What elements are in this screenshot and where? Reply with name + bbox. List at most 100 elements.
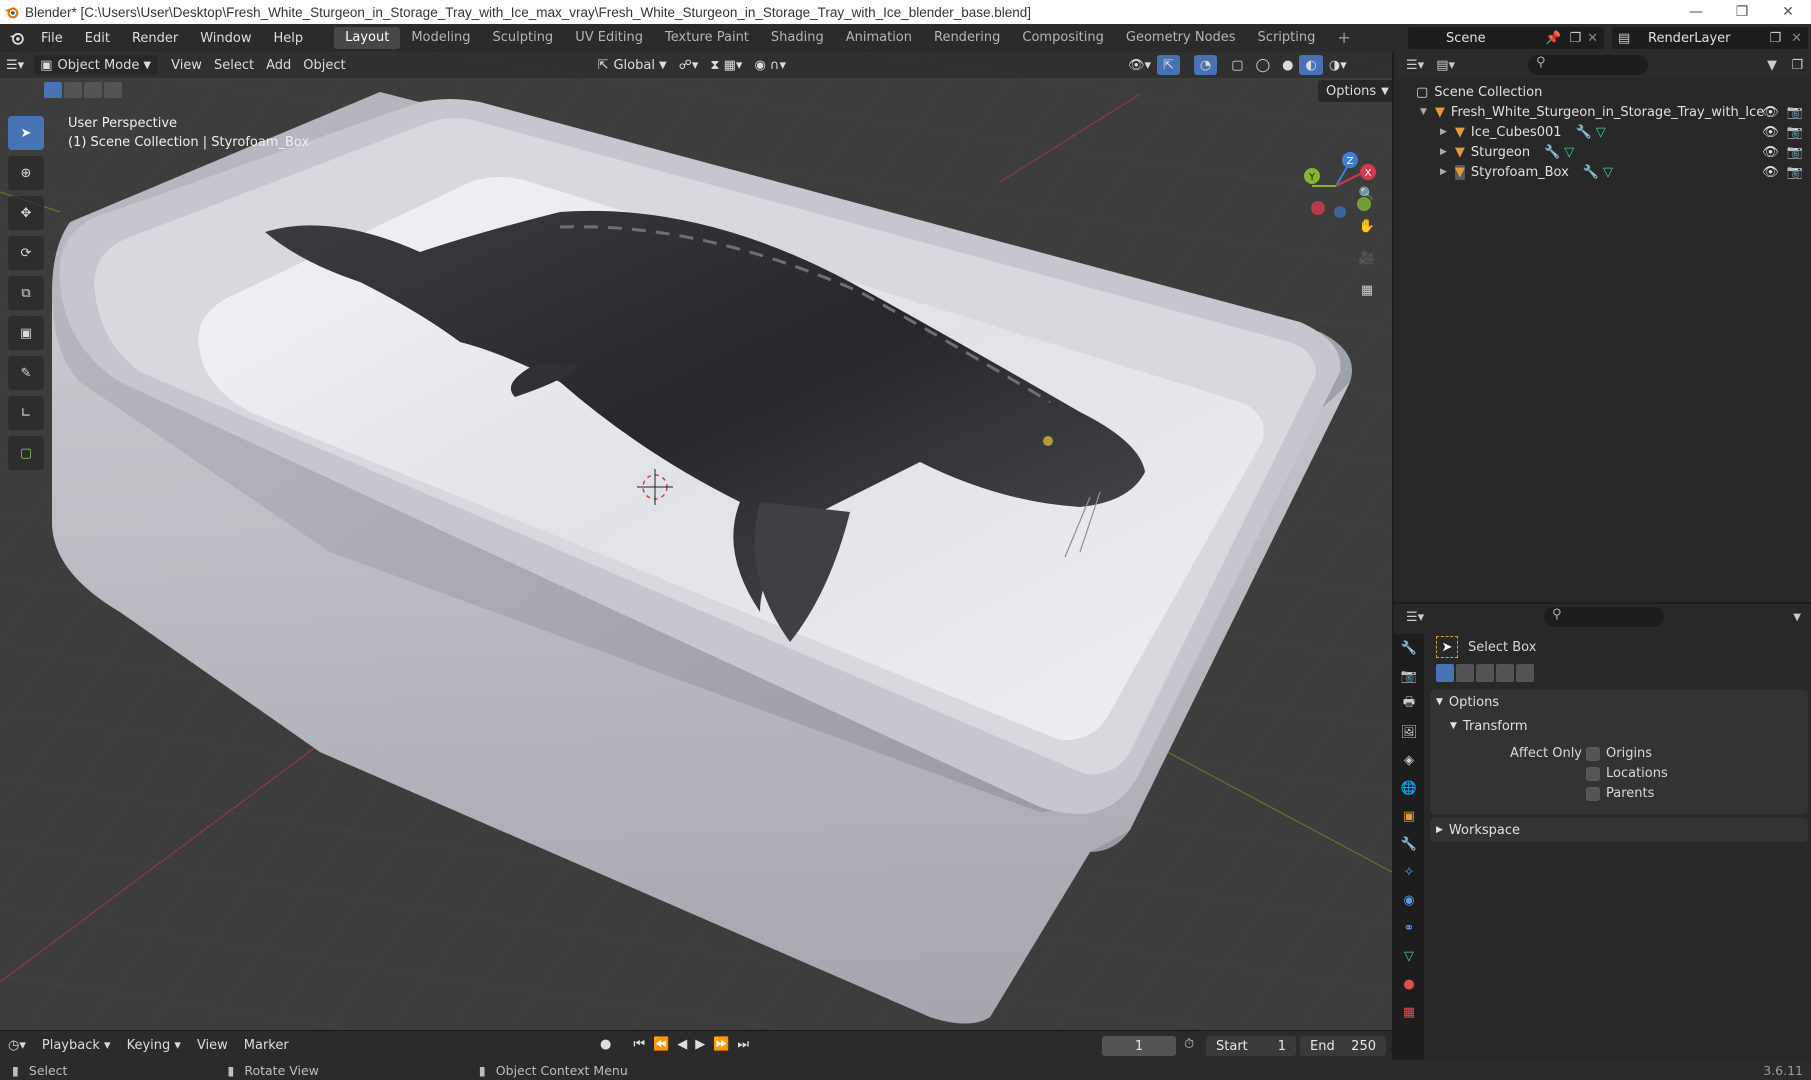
measure-tool[interactable]: ∟ <box>8 396 44 430</box>
properties-search-input[interactable]: ⚲ <box>1544 607 1664 627</box>
cursor-tool[interactable]: ⊕ <box>8 156 44 190</box>
ortho-grid-icon[interactable]: ▦ <box>1353 276 1381 304</box>
menu-render[interactable]: Render <box>121 31 189 46</box>
proportional-edit-icon[interactable]: ◉ ∩▾ <box>748 55 792 75</box>
blender-menu-icon[interactable] <box>8 29 26 47</box>
outliner-editor-icon[interactable]: ☰▾ <box>1406 58 1424 73</box>
tab-sculpting[interactable]: Sculpting <box>481 27 564 49</box>
view-layer-tab-icon[interactable]: 🖼 <box>1394 718 1424 746</box>
physics-tab-icon[interactable]: ◉ <box>1394 886 1424 914</box>
expand-arrow-icon[interactable]: ▶ <box>1440 147 1447 157</box>
restore-icon[interactable]: ❐ <box>1719 0 1765 24</box>
editor-type-icon[interactable]: ☰▾ <box>0 55 30 75</box>
eye-icon[interactable]: 👁 <box>1762 165 1779 180</box>
visibility-icon[interactable]: 👁▾ <box>1122 55 1157 75</box>
current-frame-field[interactable]: 1 <box>1102 1036 1176 1056</box>
start-frame-field[interactable]: Start 1 <box>1206 1036 1296 1056</box>
menu-view[interactable]: View <box>165 55 208 75</box>
end-frame-field[interactable]: End 250 <box>1300 1036 1386 1056</box>
display-mode-icon[interactable]: ▤▾ <box>1436 58 1455 73</box>
tab-animation[interactable]: Animation <box>835 27 923 49</box>
select-intersect-icon[interactable] <box>104 82 122 98</box>
scale-tool[interactable]: ⧉ <box>8 276 44 310</box>
mode-dropdown[interactable]: ▣ Object Mode ▼ <box>34 55 158 75</box>
camera-render-icon[interactable]: 📷 <box>1787 125 1803 140</box>
pan-hand-icon[interactable]: ✋ <box>1353 212 1381 240</box>
modifier-tab-icon[interactable]: 🔧 <box>1394 830 1424 858</box>
stopwatch-icon[interactable]: ⏱ <box>1184 1037 1194 1052</box>
play-icon[interactable]: ▶ <box>695 1037 705 1052</box>
gizmo-toggle-icon[interactable]: ⇱ <box>1157 55 1180 75</box>
select-intersect-icon[interactable] <box>1496 664 1514 682</box>
tab-compositing[interactable]: Compositing <box>1011 27 1115 49</box>
delete-scene-icon[interactable]: ✕ <box>1587 31 1598 46</box>
new-layer-icon[interactable]: ❐ <box>1769 31 1781 46</box>
tab-scripting[interactable]: Scripting <box>1247 27 1327 49</box>
timeline-editor-icon[interactable]: ◷▾ <box>0 1038 34 1053</box>
menu-timeline-view[interactable]: View <box>189 1038 236 1053</box>
new-collection-icon[interactable]: ❐ <box>1791 58 1803 73</box>
checkbox-box[interactable] <box>1586 766 1600 781</box>
camera-render-icon[interactable]: 📷 <box>1787 105 1803 120</box>
select-invert-icon[interactable] <box>1516 664 1534 682</box>
properties-editor-icon[interactable]: ☰▾ <box>1406 610 1424 625</box>
jump-end-icon[interactable]: ⏭ <box>737 1037 749 1052</box>
expand-arrow-icon[interactable]: ▶ <box>1440 127 1447 137</box>
transform-tool[interactable]: ▣ <box>8 316 44 350</box>
viewport-options-button[interactable]: Options ▼ <box>1318 80 1392 102</box>
checkbox-locations[interactable]: Locations <box>1586 766 1668 781</box>
scene-tab-icon[interactable]: ◈ <box>1394 746 1424 774</box>
expand-arrow-icon[interactable]: ▼ <box>1420 107 1427 117</box>
next-keyframe-icon[interactable]: ⏩ <box>713 1037 729 1052</box>
world-tab-icon[interactable]: 🌐 <box>1394 774 1424 802</box>
texture-tab-icon[interactable]: ▦ <box>1394 998 1424 1026</box>
eye-icon[interactable]: 👁 <box>1762 125 1779 140</box>
tab-shading[interactable]: Shading <box>760 27 835 49</box>
menu-help[interactable]: Help <box>263 31 315 46</box>
outliner-search-input[interactable]: ⚲ <box>1528 55 1648 75</box>
move-tool[interactable]: ✥ <box>8 196 44 230</box>
menu-select[interactable]: Select <box>208 55 260 75</box>
render-tab-icon[interactable]: 📷 <box>1394 662 1424 690</box>
outliner-item-ice-cubes[interactable]: ▶ ▼ Ice_Cubes001 🔧 ▽ 👁 📷 <box>1394 122 1811 142</box>
tool-tab-icon[interactable]: 🔧 <box>1394 634 1424 662</box>
render-layer-selector[interactable]: ▤ RenderLayer ❐ ✕ <box>1612 27 1808 49</box>
options-panel-header[interactable]: ▼ Options <box>1430 690 1808 714</box>
tab-uv-editing[interactable]: UV Editing <box>564 27 654 49</box>
object-tab-icon[interactable]: ▣ <box>1394 802 1424 830</box>
checkbox-box[interactable] <box>1586 786 1600 801</box>
tab-layout[interactable]: Layout <box>334 27 401 49</box>
select-extend-icon[interactable] <box>64 82 82 98</box>
checkbox-box[interactable] <box>1586 746 1600 761</box>
new-scene-icon[interactable]: ❐ <box>1569 31 1581 46</box>
xray-icon[interactable]: ▢ <box>1225 55 1249 75</box>
add-cube-tool[interactable]: ▢ <box>8 436 44 470</box>
outliner-item-sturgeon[interactable]: ▶ ▼ Sturgeon 🔧 ▽ 👁 📷 <box>1394 142 1811 162</box>
pin-icon[interactable]: 📌 <box>1545 31 1561 46</box>
select-new-icon[interactable] <box>1436 664 1454 682</box>
eye-icon[interactable]: 👁 <box>1762 105 1779 120</box>
tab-rendering[interactable]: Rendering <box>923 27 1011 49</box>
rotate-tool[interactable]: ⟳ <box>8 236 44 270</box>
select-extend-icon[interactable] <box>1456 664 1474 682</box>
3d-viewport[interactable]: ☰▾ ▣ Object Mode ▼ View Select Add Objec… <box>0 52 1392 1030</box>
output-tab-icon[interactable]: 🖶 <box>1394 690 1424 718</box>
filter-icon[interactable]: ▼ <box>1767 58 1777 73</box>
menu-add[interactable]: Add <box>260 55 297 75</box>
menu-playback[interactable]: Playback ▾ <box>34 1038 119 1053</box>
checkbox-parents[interactable]: Parents <box>1586 786 1654 801</box>
zoom-icon[interactable]: 🔍 <box>1353 180 1381 208</box>
eye-icon[interactable]: 👁 <box>1762 145 1779 160</box>
constraints-tab-icon[interactable]: ⚭ <box>1394 914 1424 942</box>
expand-arrow-icon[interactable]: ▶ <box>1440 167 1447 177</box>
overlay-toggle-icon[interactable]: ◔ <box>1193 55 1218 75</box>
rendered-shading-icon[interactable]: ◑▾ <box>1323 55 1353 75</box>
workspace-panel-header[interactable]: ▶ Workspace <box>1430 818 1808 842</box>
menu-edit[interactable]: Edit <box>74 31 121 46</box>
pivot-icon[interactable]: ☍▾ <box>673 55 705 75</box>
scene-selector[interactable]: Scene 📌 ❐ ✕ <box>1408 27 1604 49</box>
wireframe-shading-icon[interactable]: ◯ <box>1250 55 1277 75</box>
select-box-tool[interactable]: ➤ <box>8 116 44 150</box>
menu-window[interactable]: Window <box>189 31 262 46</box>
outliner-item-styrofoam-box[interactable]: ▶ ▼ Styrofoam_Box 🔧 ▽ 👁 📷 <box>1394 162 1811 182</box>
